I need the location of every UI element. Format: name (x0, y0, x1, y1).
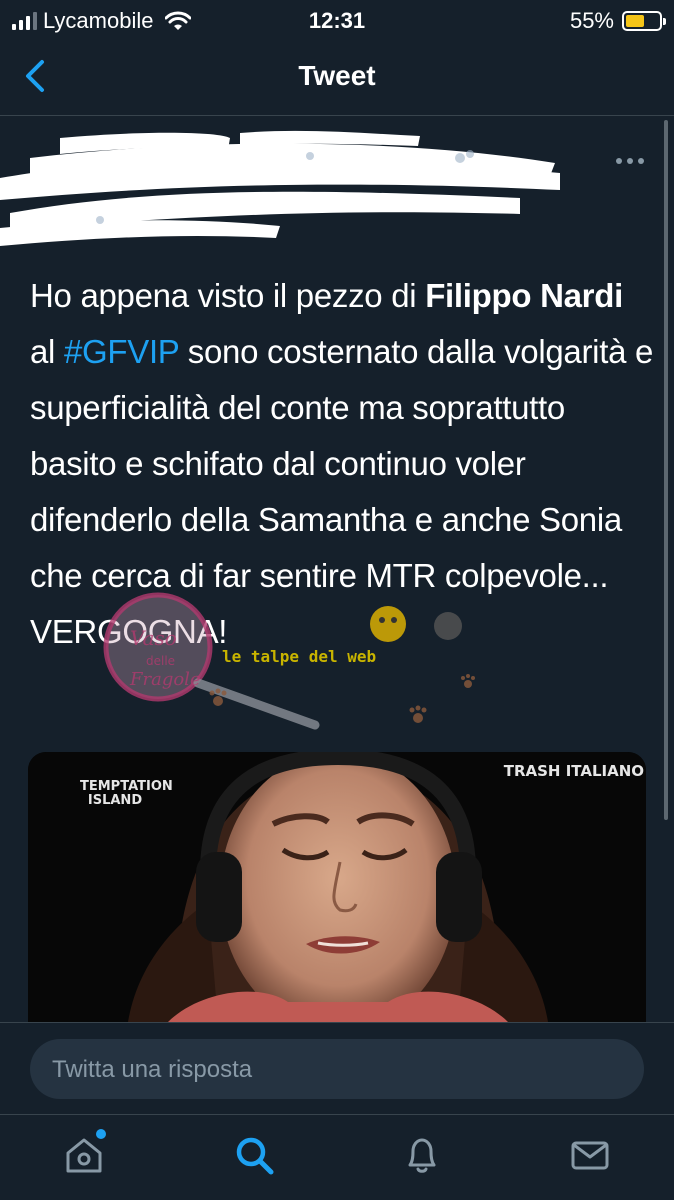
status-right: 55% (569, 8, 666, 34)
more-dots-icon[interactable] (616, 158, 644, 164)
home-icon (66, 1138, 102, 1173)
reply-bar: Twitta una risposta (0, 1022, 674, 1114)
svg-text:Fragole: Fragole (129, 669, 201, 690)
tweet-text: Ho appena visto il pezzo di Filippo Nard… (30, 268, 655, 660)
battery-percent: 55% (569, 8, 614, 33)
battery-icon (622, 11, 666, 31)
mail-icon (571, 1141, 609, 1170)
reply-input[interactable]: Twitta una risposta (30, 1039, 644, 1099)
tweet-detail-screen: Lycamobile 12:31 55% Tweet Ho appena vis… (0, 0, 674, 1200)
status-bar: Lycamobile 12:31 55% (0, 0, 674, 40)
video-logo-left: TEMPTATION ISLAND (80, 779, 173, 808)
tab-messages[interactable] (568, 1133, 612, 1177)
tab-search[interactable] (232, 1133, 276, 1177)
tweet-text-part: sono costernato dalla volgarità e superf… (30, 333, 654, 650)
page-title: Tweet (298, 60, 376, 91)
nav-header: Tweet (0, 40, 674, 116)
tweet-media-video[interactable]: TEMPTATION ISLAND TRASH ITALIANO (28, 752, 646, 1022)
battery-fill (626, 15, 644, 27)
tweet-author-redacted (0, 118, 674, 248)
mention-name: Filippo Nardi (425, 277, 623, 314)
tab-notifications[interactable] (400, 1133, 444, 1177)
hashtag-link[interactable]: #GFVIP (64, 333, 179, 370)
tweet-text-part: Ho appena visto il pezzo di (30, 277, 426, 314)
video-logo-right: TRASH ITALIANO (503, 762, 644, 780)
tab-bar (0, 1114, 674, 1200)
notification-dot (96, 1129, 106, 1139)
bell-icon (408, 1138, 436, 1173)
redaction-scribble (0, 130, 560, 246)
tweet-text-part: al (30, 333, 64, 370)
search-icon (236, 1137, 274, 1175)
tab-home[interactable] (62, 1129, 106, 1177)
